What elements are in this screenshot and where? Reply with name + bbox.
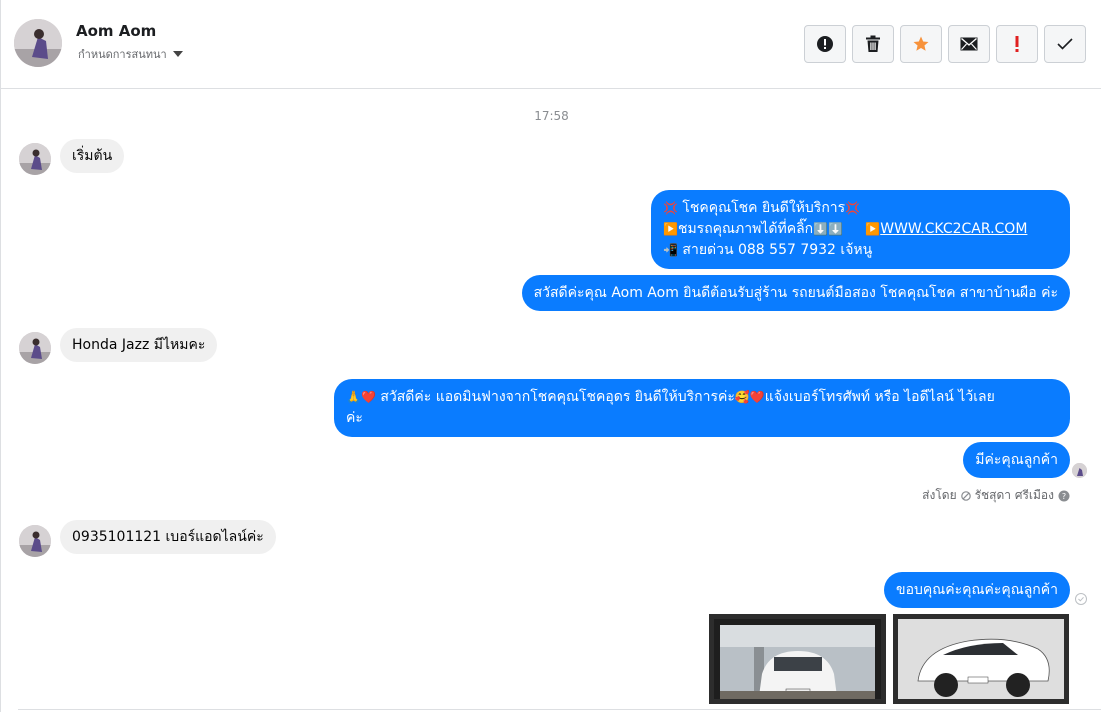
customer-avatar[interactable] — [19, 525, 51, 557]
sent-status-icon — [1075, 593, 1087, 605]
conversation-settings-label: กำหนดการสนทนา — [78, 48, 167, 61]
conversation-header: Aom Aom กำหนดการสนทนา — [0, 0, 1101, 89]
alert-circle-icon — [817, 36, 833, 52]
play-button-icon: ▶️ — [865, 222, 881, 236]
customer-avatar[interactable] — [19, 143, 51, 175]
incoming-message: เริ่มต้น — [60, 139, 125, 173]
contact-name[interactable]: Aom Aom — [76, 22, 156, 40]
mark-done-button[interactable] — [1044, 25, 1086, 63]
conversation-settings-dropdown[interactable]: กำหนดการสนทนา — [78, 45, 183, 63]
customer-avatar[interactable] — [19, 332, 51, 364]
car-photo-attachment[interactable] — [893, 614, 1069, 704]
delete-button[interactable] — [852, 25, 894, 63]
incoming-message: 0935101121 เบอร์แอดไลน์ค่ะ — [60, 520, 276, 554]
message-line: 🙏❤️ สวัสดีค่ะ แอดมินฟางจากโชคคุณโชคอุดร … — [346, 387, 1058, 408]
message-line: 💢 โชคคุณโชค ยินดีให้บริการ💢 — [663, 198, 1058, 219]
website-link[interactable]: WWW.CKC2CAR.COM — [880, 221, 1027, 237]
message-text: สายด่วน 088 557 7932 เจ้หนู — [682, 242, 873, 258]
exclamation-icon — [1015, 36, 1019, 52]
caret-down-icon — [172, 51, 183, 57]
seen-avatar — [1072, 463, 1087, 478]
checkmark-icon — [1057, 38, 1073, 50]
message-line: 📲 สายด่วน 088 557 7932 เจ้หนู — [663, 240, 1058, 261]
header-actions — [804, 25, 1086, 63]
contact-avatar[interactable] — [14, 19, 62, 67]
envelope-icon — [960, 37, 978, 51]
message-text: ชมรถคุณภาพได้ที่คลิ๊ก — [677, 221, 814, 237]
blocked-icon — [960, 490, 971, 501]
outgoing-message: สวัสดีค่ะคุณ Aom Aom ยินดีต้อนรับสู่ร้าน… — [521, 275, 1070, 311]
sent-by-info: ส่งโดย รัชสุดา ศรีเมือง ? — [922, 486, 1070, 505]
mark-unread-button[interactable] — [948, 25, 990, 63]
message-thread: 17:58 เริ่มต้น 💢 โชคคุณโชค ยินดีให้บริกา… — [0, 89, 1101, 712]
outgoing-message: 💢 โชคคุณโชค ยินดีให้บริการ💢 ▶️ชมรถคุณภาพ… — [651, 190, 1070, 269]
heart-icon: ❤️ — [749, 390, 765, 404]
star-icon — [913, 36, 929, 51]
down-arrow-icon: ⬇️⬇️ — [813, 222, 844, 236]
message-text: สวัสดีค่ะ แอดมินฟางจากโชคคุณโชคอุดร ยินด… — [380, 389, 735, 405]
sender-name[interactable]: รัชสุดา ศรีเมือง — [975, 486, 1054, 505]
outgoing-message: 🙏❤️ สวัสดีค่ะ แอดมินฟางจากโชคคุณโชคอุดร … — [334, 379, 1070, 437]
heart-icon: ❤️ — [360, 390, 376, 404]
car-photo-attachment[interactable] — [709, 614, 886, 704]
play-button-icon: ▶️ — [663, 222, 678, 236]
message-text: แจ้งเบอร์โทรศัพท์ หรือ ไอดีไลน์ ไว้เลย — [764, 389, 995, 405]
message-text: โชคคุณโชค ยินดีให้บริการ — [682, 200, 846, 216]
message-line: ▶️ชมรถคุณภาพได้ที่คลิ๊ก⬇️⬇️ ▶️WWW.CKC2CA… — [663, 219, 1058, 240]
help-icon[interactable]: ? — [1058, 490, 1070, 502]
important-button[interactable] — [996, 25, 1038, 63]
sent-by-label: ส่งโดย — [922, 488, 957, 502]
incoming-message: Honda Jazz มีไหมคะ — [60, 328, 218, 362]
praying-hands-icon: 🙏 — [346, 390, 361, 404]
anger-symbol-icon: 💢 — [845, 201, 861, 215]
smiling-hearts-icon: 🥰 — [734, 390, 750, 404]
trash-icon — [866, 35, 880, 52]
anger-symbol-icon: 💢 — [663, 201, 678, 215]
outgoing-message: มีค่ะคุณลูกค้า — [963, 442, 1070, 478]
svg-text:?: ? — [1062, 492, 1066, 501]
message-line: ค่ะ — [346, 410, 363, 426]
message-timestamp: 17:58 — [534, 109, 569, 123]
composer-divider — [18, 709, 1101, 710]
mark-spam-button[interactable] — [804, 25, 846, 63]
mobile-phone-icon: 📲 — [663, 243, 678, 257]
outgoing-message: ขอบคุณค่ะคุณค่ะคุณลูกค้า — [884, 572, 1070, 608]
star-button[interactable] — [900, 25, 942, 63]
